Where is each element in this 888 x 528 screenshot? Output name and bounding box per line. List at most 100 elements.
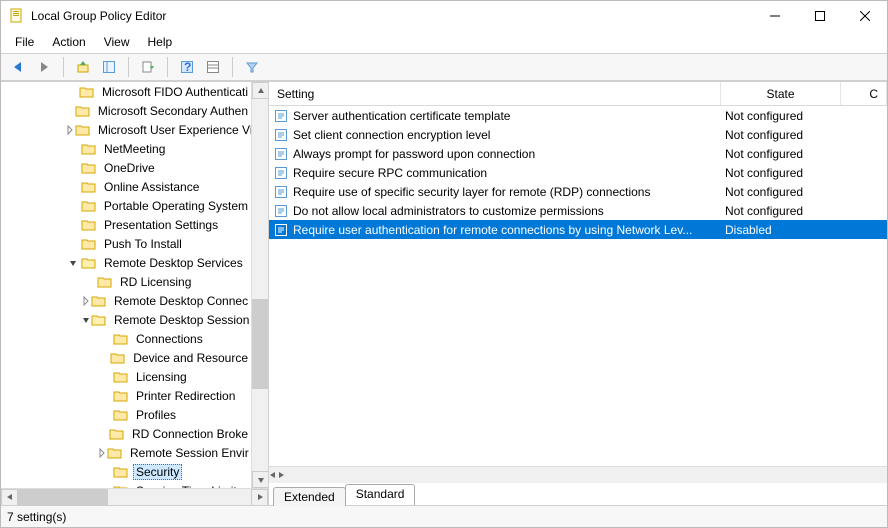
setting-state: Not configured [725,166,845,180]
tree-item[interactable]: Remote Session Envir [1,443,251,462]
menu-file[interactable]: File [7,33,42,51]
tree-item-label: OneDrive [101,160,158,176]
tree-item[interactable]: Push To Install [1,234,251,253]
tab-extended[interactable]: Extended [273,487,346,506]
toolbar-sep [128,57,129,77]
tree[interactable]: Microsoft FIDO Authenticati Microsoft Sec… [1,82,251,488]
tree-item-label: Remote Desktop Services [101,255,246,271]
expander-icon[interactable] [65,258,81,268]
folder-icon [81,198,97,214]
list-hscroll[interactable] [269,466,887,483]
scroll-track[interactable] [18,489,251,506]
tree-item-label: Presentation Settings [101,217,221,233]
tree-vscroll[interactable] [251,82,268,488]
tree-item[interactable]: Licensing [1,367,251,386]
menu-action[interactable]: Action [44,33,93,51]
tree-item[interactable]: OneDrive [1,158,251,177]
menu-help[interactable]: Help [140,33,181,51]
properties-button[interactable] [202,56,224,78]
help-button[interactable]: ? [176,56,198,78]
list-pane: Setting State C Server authentication ce… [269,82,887,505]
tree-item-label: Microsoft Secondary Authen [95,103,251,119]
toolbar-sep [63,57,64,77]
scroll-left-icon[interactable] [269,471,277,479]
tree-item[interactable]: Online Assistance [1,177,251,196]
forward-button[interactable] [33,56,55,78]
scroll-thumb[interactable] [252,299,268,389]
tree-item[interactable]: Session Time Limits [1,481,251,488]
menu-view[interactable]: View [96,33,138,51]
folder-icon [109,426,125,442]
tree-item[interactable]: Profiles [1,405,251,424]
close-button[interactable] [842,1,887,31]
tree-item-label: Connections [133,331,206,347]
setting-row[interactable]: Always prompt for password upon connecti… [269,144,887,163]
folder-icon [75,103,91,119]
folder-icon [81,255,97,271]
tree-item[interactable]: Printer Redirection [1,386,251,405]
scroll-left-icon[interactable] [1,489,18,506]
tab-standard[interactable]: Standard [345,484,416,505]
folder-icon [81,236,97,252]
export-button[interactable] [137,56,159,78]
tree-item[interactable]: RD Licensing [1,272,251,291]
setting-row[interactable]: Server authentication certificate templa… [269,106,887,125]
tree-item-label: Remote Desktop Session [111,312,251,328]
col-extra[interactable]: C [841,82,887,105]
tree-item[interactable]: RD Connection Broke [1,424,251,443]
col-setting[interactable]: Setting [269,82,721,105]
setting-row[interactable]: Require user authentication for remote c… [269,220,887,239]
expander-icon[interactable] [65,125,75,135]
folder-icon [91,293,107,309]
policy-icon [273,203,289,219]
tree-item[interactable]: Microsoft Secondary Authen [1,101,251,120]
expander-icon[interactable] [81,296,91,306]
folder-icon [81,160,97,176]
scroll-up-icon[interactable] [252,82,268,99]
tree-item[interactable]: Microsoft User Experience Vi [1,120,251,139]
scroll-right-icon[interactable] [277,471,285,479]
setting-state: Not configured [725,204,845,218]
back-button[interactable] [7,56,29,78]
policy-icon [273,165,289,181]
up-button[interactable] [72,56,94,78]
minimize-button[interactable] [752,1,797,31]
setting-row[interactable]: Do not allow local administrators to cus… [269,201,887,220]
tree-pane: Microsoft FIDO Authenticati Microsoft Sec… [1,82,269,505]
tree-item[interactable]: Portable Operating System [1,196,251,215]
policy-icon [273,146,289,162]
col-state[interactable]: State [721,82,841,105]
setting-name: Do not allow local administrators to cus… [293,204,725,218]
setting-row[interactable]: Require secure RPC communicationNot conf… [269,163,887,182]
setting-list[interactable]: Server authentication certificate templa… [269,106,887,466]
expander-icon[interactable] [97,448,107,458]
tree-item[interactable]: Connections [1,329,251,348]
scroll-down-icon[interactable] [252,471,268,488]
expander-icon[interactable] [81,315,91,325]
setting-state: Not configured [725,185,845,199]
folder-icon [81,179,97,195]
tree-item[interactable]: Device and Resource [1,348,251,367]
menubar: File Action View Help [1,31,887,53]
tree-item-label: Remote Desktop Connec [111,293,251,309]
tree-item[interactable]: Microsoft FIDO Authenticati [1,82,251,101]
statusbar: 7 setting(s) [1,505,887,527]
maximize-button[interactable] [797,1,842,31]
setting-row[interactable]: Set client connection encryption levelNo… [269,125,887,144]
scroll-thumb[interactable] [18,489,108,506]
scroll-right-icon[interactable] [251,489,268,506]
folder-icon [81,217,97,233]
tree-item[interactable]: Remote Desktop Session [1,310,251,329]
tree-item[interactable]: NetMeeting [1,139,251,158]
app-icon [9,8,25,24]
scroll-track[interactable] [252,99,268,471]
tree-item[interactable]: Security [1,462,251,481]
tree-hscroll[interactable] [1,488,268,505]
tree-item[interactable]: Remote Desktop Connec [1,291,251,310]
setting-row[interactable]: Require use of specific security layer f… [269,182,887,201]
tree-item[interactable]: Presentation Settings [1,215,251,234]
tree-item[interactable]: Remote Desktop Services [1,253,251,272]
show-hide-tree-button[interactable] [98,56,120,78]
tree-item-label: Profiles [133,407,179,423]
filter-button[interactable] [241,56,263,78]
